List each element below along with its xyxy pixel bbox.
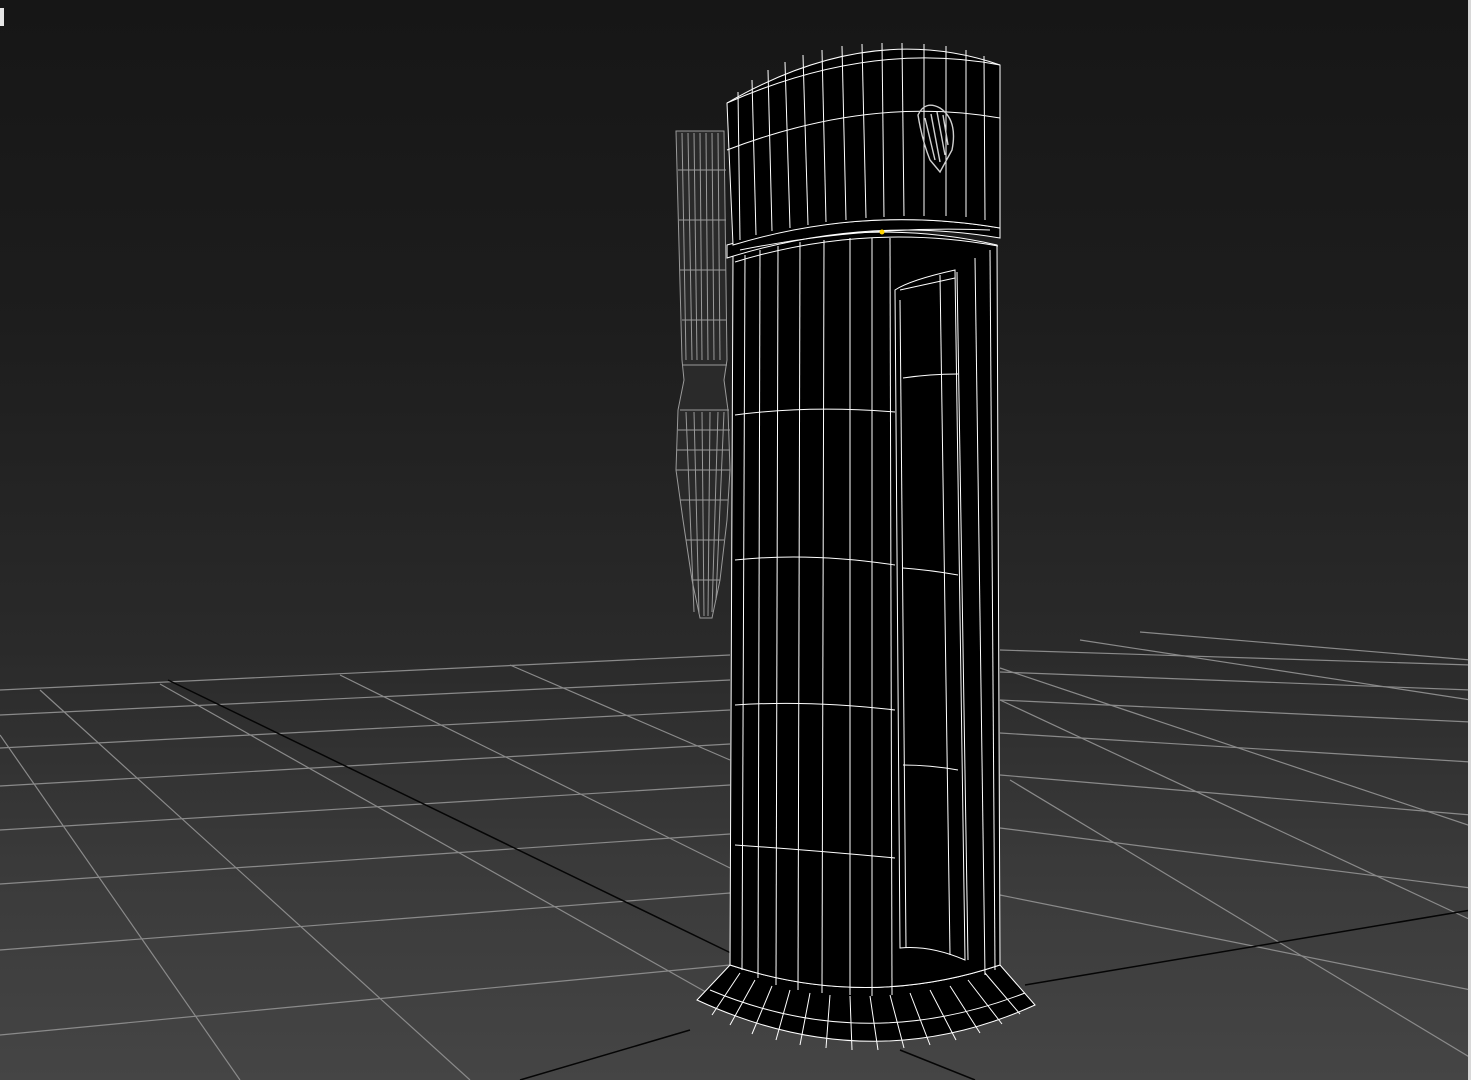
wireframe-scene[interactable] bbox=[0, 0, 1471, 1080]
3d-viewport[interactable] bbox=[0, 0, 1471, 1080]
viewport-corner-marker bbox=[0, 8, 4, 26]
tap-handle-wireframe[interactable] bbox=[675, 130, 731, 619]
beer-tap-tower-wireframe[interactable] bbox=[696, 42, 1036, 1051]
selected-vertex-marker[interactable] bbox=[879, 229, 885, 235]
